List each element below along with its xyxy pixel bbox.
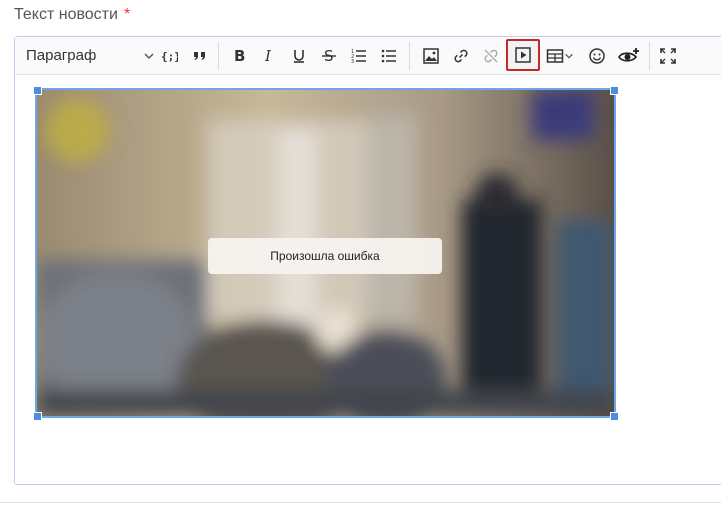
insert-image-button[interactable] bbox=[419, 41, 443, 70]
toolbar-separator bbox=[649, 42, 650, 70]
divider bbox=[0, 502, 721, 503]
svg-text:B: B bbox=[234, 47, 245, 65]
resize-handle-top-right[interactable] bbox=[610, 86, 619, 95]
bold-icon: B bbox=[230, 47, 248, 65]
svg-text:{;}: {;} bbox=[161, 50, 178, 63]
preview-icon bbox=[618, 47, 640, 65]
rich-text-editor[interactable]: Параграф {;} B I bbox=[14, 36, 721, 485]
field-label-text: Текст новости bbox=[14, 6, 118, 23]
resize-handle-bottom-left[interactable] bbox=[33, 412, 42, 421]
heading-dropdown[interactable]: Параграф bbox=[21, 41, 155, 70]
strikethrough-icon: S bbox=[320, 47, 338, 65]
bulleted-list-button[interactable] bbox=[377, 41, 401, 70]
numbered-list-icon: 123 bbox=[350, 47, 368, 65]
table-button[interactable] bbox=[543, 41, 577, 70]
blockquote-icon bbox=[191, 47, 209, 65]
emoji-icon bbox=[588, 47, 606, 65]
editor-toolbar: Параграф {;} B I bbox=[15, 37, 721, 75]
field-label: Текст новости * bbox=[14, 6, 130, 24]
fullscreen-button[interactable] bbox=[656, 41, 680, 70]
code-block-icon: {;} bbox=[160, 47, 178, 65]
svg-text:3: 3 bbox=[351, 59, 354, 65]
unlink-button[interactable] bbox=[479, 41, 503, 70]
media-error-message: Произошла ошибка bbox=[208, 238, 442, 274]
bulleted-list-icon bbox=[380, 47, 398, 65]
svg-text:I: I bbox=[264, 47, 272, 65]
resize-handle-top-left[interactable] bbox=[33, 86, 42, 95]
chevron-down-icon bbox=[143, 49, 155, 66]
fullscreen-icon bbox=[659, 47, 677, 65]
editor-content[interactable]: Произошла ошибка bbox=[15, 75, 721, 484]
media-embed-icon bbox=[514, 46, 532, 64]
link-icon bbox=[452, 47, 470, 65]
link-button[interactable] bbox=[449, 41, 473, 70]
insert-image-icon bbox=[422, 47, 440, 65]
media-embed-button[interactable] bbox=[506, 39, 540, 71]
underline-icon bbox=[290, 47, 308, 65]
resize-handle-bottom-right[interactable] bbox=[610, 412, 619, 421]
required-mark: * bbox=[123, 6, 131, 23]
code-block-button[interactable]: {;} bbox=[157, 41, 181, 70]
underline-button[interactable] bbox=[287, 41, 311, 70]
unlink-icon bbox=[482, 47, 500, 65]
preview-button[interactable] bbox=[615, 41, 643, 70]
chevron-down-icon bbox=[564, 51, 574, 61]
emoji-button[interactable] bbox=[585, 41, 609, 70]
italic-icon: I bbox=[260, 47, 278, 65]
heading-dropdown-label: Параграф bbox=[26, 47, 97, 64]
bold-button[interactable]: B bbox=[227, 41, 251, 70]
strikethrough-button[interactable]: S bbox=[317, 41, 341, 70]
blockquote-button[interactable] bbox=[188, 41, 212, 70]
italic-button[interactable]: I bbox=[257, 41, 281, 70]
toolbar-separator bbox=[409, 42, 410, 70]
numbered-list-button[interactable]: 123 bbox=[347, 41, 371, 70]
table-icon bbox=[546, 47, 564, 65]
toolbar-separator bbox=[218, 42, 219, 70]
embedded-media[interactable]: Произошла ошибка bbox=[35, 88, 616, 418]
